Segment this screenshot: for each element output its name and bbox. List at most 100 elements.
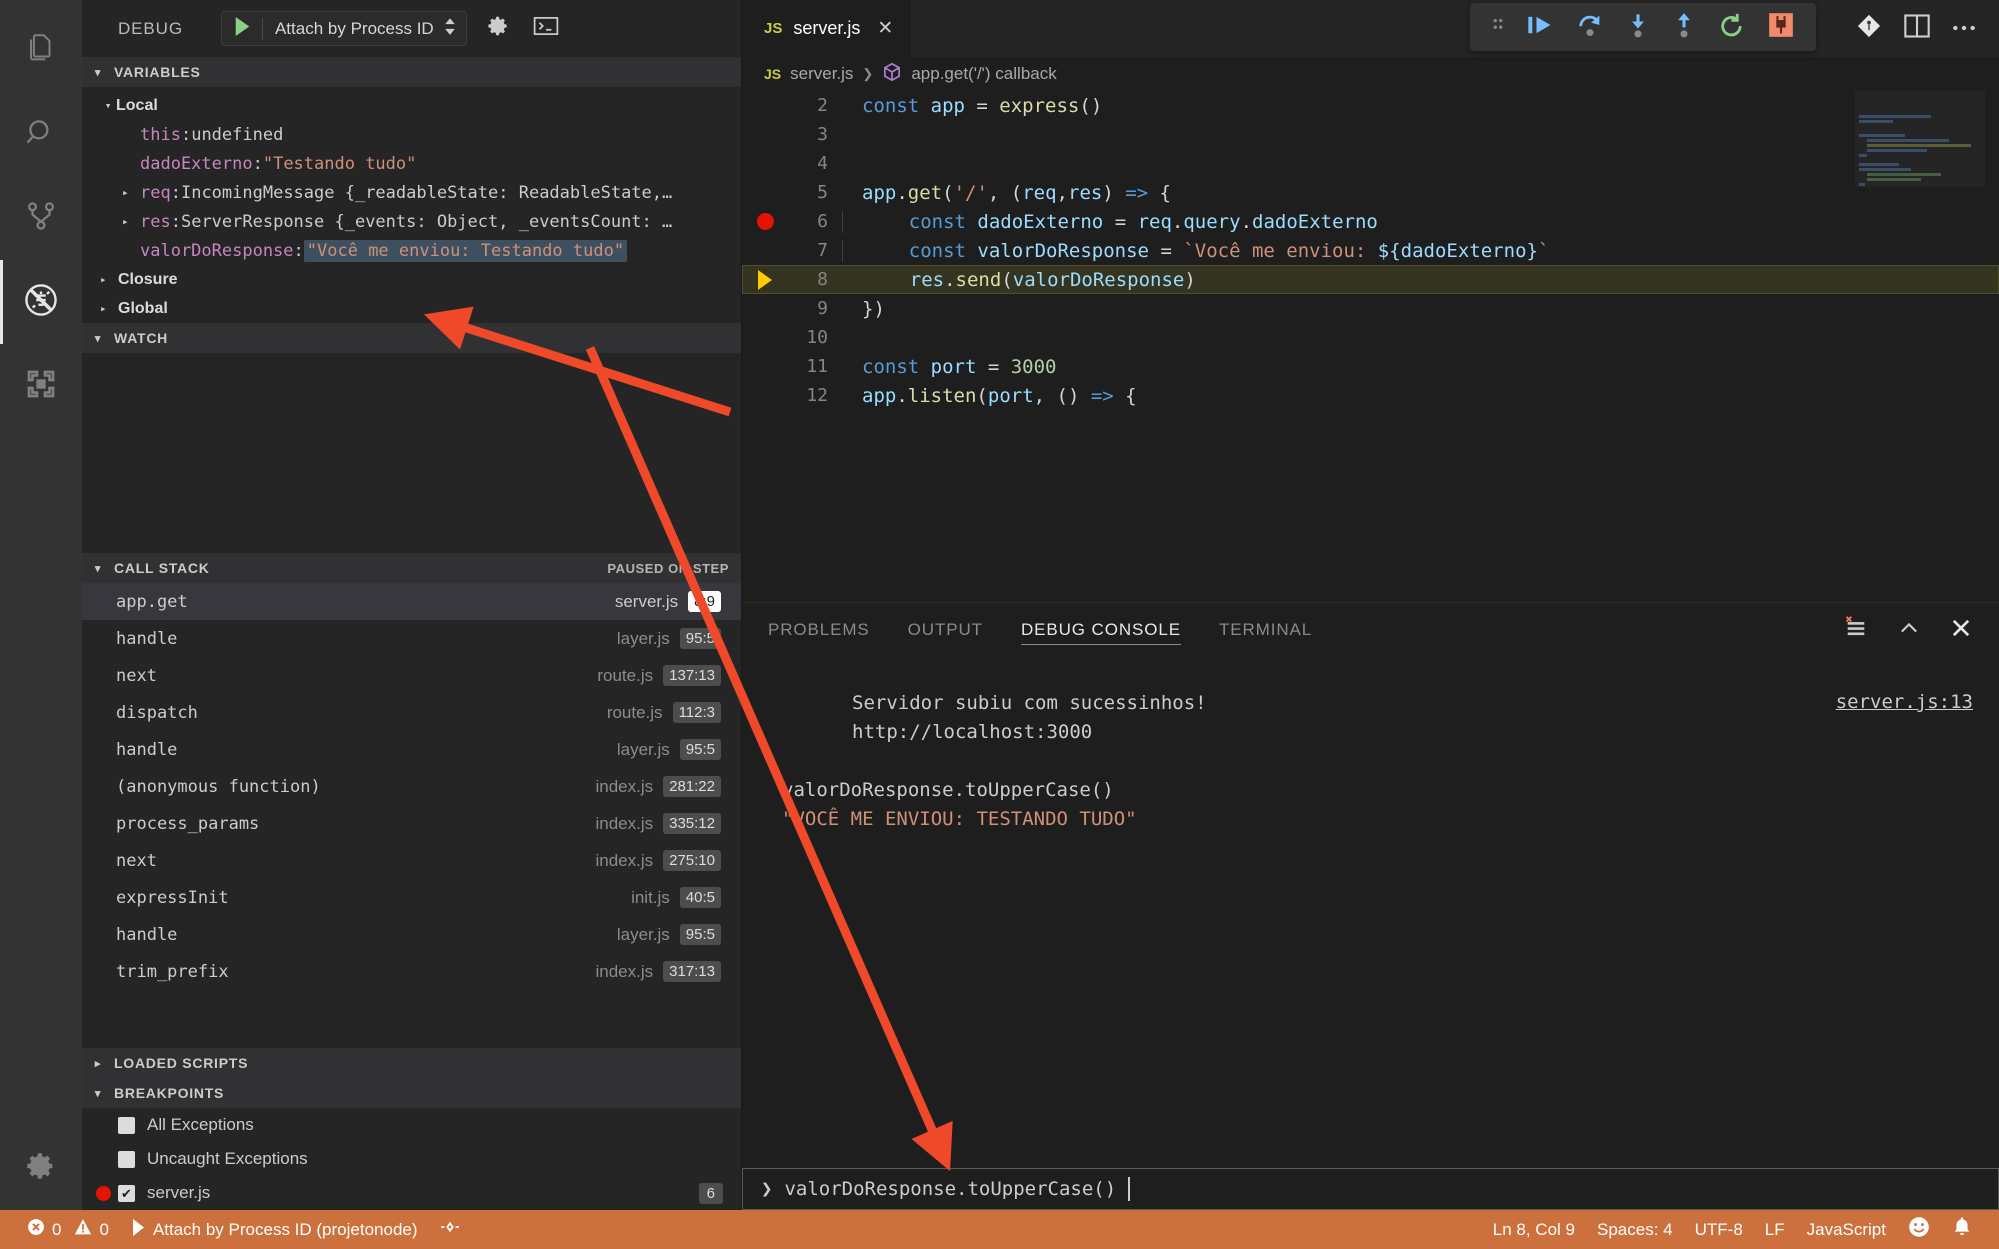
tab-debug-console[interactable]: DEBUG CONSOLE [1020,603,1182,657]
status-debug-port[interactable] [429,1218,471,1241]
line-content[interactable]: }) [842,298,1999,320]
variable-scope-closure[interactable]: ▸ Closure [82,265,741,294]
breakpoint-row-uncaught-exceptions[interactable]: Uncaught Exceptions [82,1142,741,1176]
tab-output[interactable]: OUTPUT [908,603,983,657]
open-launch-settings-button[interactable] [481,12,515,46]
call-stack-frame[interactable]: handle layer.js 95:5 [82,916,741,953]
close-icon[interactable]: ✕ [877,17,893,40]
debug-launch-selector[interactable]: Attach by Process ID [220,11,467,46]
manage-settings-button[interactable] [0,1126,82,1210]
debug-console-output[interactable]: server.js:13 Servidor subiu com sucessin… [742,657,1999,1168]
open-debug-console-button[interactable] [529,12,563,46]
call-stack-frame[interactable]: handle layer.js 95:5 [82,731,741,768]
sidebar-item-extensions[interactable] [0,344,82,428]
start-debugging-button[interactable] [222,16,262,41]
status-feedback[interactable] [1897,1216,1941,1243]
variable-row[interactable]: ▸ req : IncomingMessage {_readableState:… [82,178,741,207]
clear-console-icon[interactable] [1843,615,1869,646]
line-content[interactable]: app.listen(port, () => { [842,385,1999,407]
continue-icon[interactable] [1526,13,1554,42]
line-content[interactable]: const valorDoResponse = `Você me enviou:… [842,239,1999,262]
breakpoint-row-all-exceptions[interactable]: All Exceptions [82,1108,741,1142]
code-line[interactable]: 9 }) [742,294,1999,323]
call-stack-frame[interactable]: (anonymous function) index.js 281:22 [82,768,741,805]
checkbox[interactable]: ✔ [118,1184,135,1202]
line-content[interactable]: res.send(valorDoResponse) [842,269,1999,291]
console-input-value[interactable]: valorDoResponse.toUpperCase() [784,1178,1116,1200]
call-stack-frame[interactable]: next index.js 275:10 [82,842,741,879]
sidebar-item-run-and-debug[interactable] [0,260,82,344]
code-editor[interactable]: 2 const app = express() 3 4 5 app.get('/… [742,91,1999,602]
disconnect-icon[interactable] [1768,12,1794,43]
status-encoding[interactable]: UTF-8 [1684,1220,1754,1240]
code-line[interactable]: 4 [742,149,1999,178]
code-line-breakpoint[interactable]: 6 const dadoExterno = req.query.dadoExte… [742,207,1999,236]
variable-scope-local[interactable]: ▾ Local [82,91,741,120]
call-stack-frame[interactable]: app.get server.js 8:9 [82,583,741,620]
restart-icon[interactable] [1718,12,1746,43]
sidebar-item-explorer[interactable] [0,8,82,92]
editor-vertical-scrollbar[interactable] [1985,91,1999,602]
step-over-icon[interactable] [1576,12,1604,43]
line-content[interactable]: const app = express() [842,95,1999,117]
code-line-current-execution[interactable]: 8 res.send(valorDoResponse) [742,265,1999,294]
code-line[interactable]: 2 const app = express() [742,91,1999,120]
call-stack-frame[interactable]: next route.js 137:13 [82,657,741,694]
source-control-icon[interactable] [1855,12,1883,45]
glyph-margin[interactable] [742,269,788,290]
sidebar-item-source-control[interactable] [0,176,82,260]
code-line[interactable]: 3 [742,120,1999,149]
code-line[interactable]: 7 const valorDoResponse = `Você me envio… [742,236,1999,265]
variable-scope-global[interactable]: ▸ Global [82,294,741,323]
code-line[interactable]: 12 app.listen(port, () => { [742,381,1999,410]
section-header-breakpoints[interactable]: ▾ BREAKPOINTS [82,1078,741,1108]
variable-row[interactable]: ▸ res : ServerResponse {_events: Object,… [82,207,741,236]
code-line[interactable]: 10 [742,323,1999,352]
section-header-call-stack[interactable]: ▾ CALL STACK PAUSED ON STEP [82,553,741,583]
breadcrumb[interactable]: JS server.js ❯ app.get('/') callback [742,57,1999,91]
more-actions-icon[interactable] [1951,20,1977,38]
code-line[interactable]: 5 app.get('/', (req,res) => { [742,178,1999,207]
call-stack-frame[interactable]: process_params index.js 335:12 [82,805,741,842]
status-problems[interactable]: 0 0 [16,1218,120,1241]
chevron-up-icon[interactable] [1897,616,1921,645]
debug-console-input[interactable]: ❯ valorDoResponse.toUpperCase() [742,1168,1999,1210]
variable-row[interactable]: dadoExterno : "Testando tudo" [82,149,741,178]
variable-row-valordoresponse[interactable]: valorDoResponse : "Você me enviou: Testa… [82,236,741,265]
tab-terminal[interactable]: TERMINAL [1219,603,1312,657]
close-icon[interactable] [1949,616,1973,645]
section-header-loaded-scripts[interactable]: ▸ LOADED SCRIPTS [82,1048,741,1078]
section-header-variables[interactable]: ▾ VARIABLES [82,57,741,87]
status-cursor-position[interactable]: Ln 8, Col 9 [1482,1220,1586,1240]
breadcrumb-file[interactable]: server.js [790,64,853,84]
status-eol[interactable]: LF [1754,1220,1796,1240]
step-into-icon[interactable] [1626,12,1650,43]
line-content[interactable]: const port = 3000 [842,356,1999,378]
breadcrumb-symbol[interactable]: app.get('/') callback [911,64,1056,84]
call-stack-frame[interactable]: trim_prefix index.js 317:13 [82,953,741,990]
tab-server-js[interactable]: JS server.js ✕ [742,0,913,57]
call-stack-frame[interactable]: dispatch route.js 112:3 [82,694,741,731]
line-content[interactable]: const dadoExterno = req.query.dadoExtern… [842,210,1999,233]
call-stack-frame[interactable]: expressInit init.js 40:5 [82,879,741,916]
call-stack-list[interactable]: app.get server.js 8:9 handle layer.js 95… [82,583,741,1048]
sidebar-item-search[interactable] [0,92,82,176]
checkbox[interactable] [118,1116,135,1134]
step-out-icon[interactable] [1672,12,1696,43]
checkbox[interactable] [118,1150,135,1168]
breakpoint-dot-icon[interactable] [756,213,774,230]
line-content[interactable]: app.get('/', (req,res) => { [842,182,1999,204]
variable-row[interactable]: this : undefined [82,120,741,149]
call-stack-frame[interactable]: handle layer.js 95:5 [82,620,741,657]
glyph-margin[interactable] [742,213,788,230]
code-line[interactable]: 11 const port = 3000 [742,352,1999,381]
split-editor-icon[interactable] [1903,13,1931,44]
status-debug-session[interactable]: Attach by Process ID (projetonode) [120,1218,429,1241]
breakpoint-row-server-js[interactable]: ✔ server.js 6 [82,1176,741,1210]
status-notifications[interactable] [1941,1216,1983,1243]
status-language-mode[interactable]: JavaScript [1796,1220,1897,1240]
launch-config-label[interactable]: Attach by Process ID [263,17,466,41]
gripper-icon[interactable] [1492,14,1504,41]
section-header-watch[interactable]: ▾ WATCH [82,323,741,353]
tab-problems[interactable]: PROBLEMS [768,603,870,657]
